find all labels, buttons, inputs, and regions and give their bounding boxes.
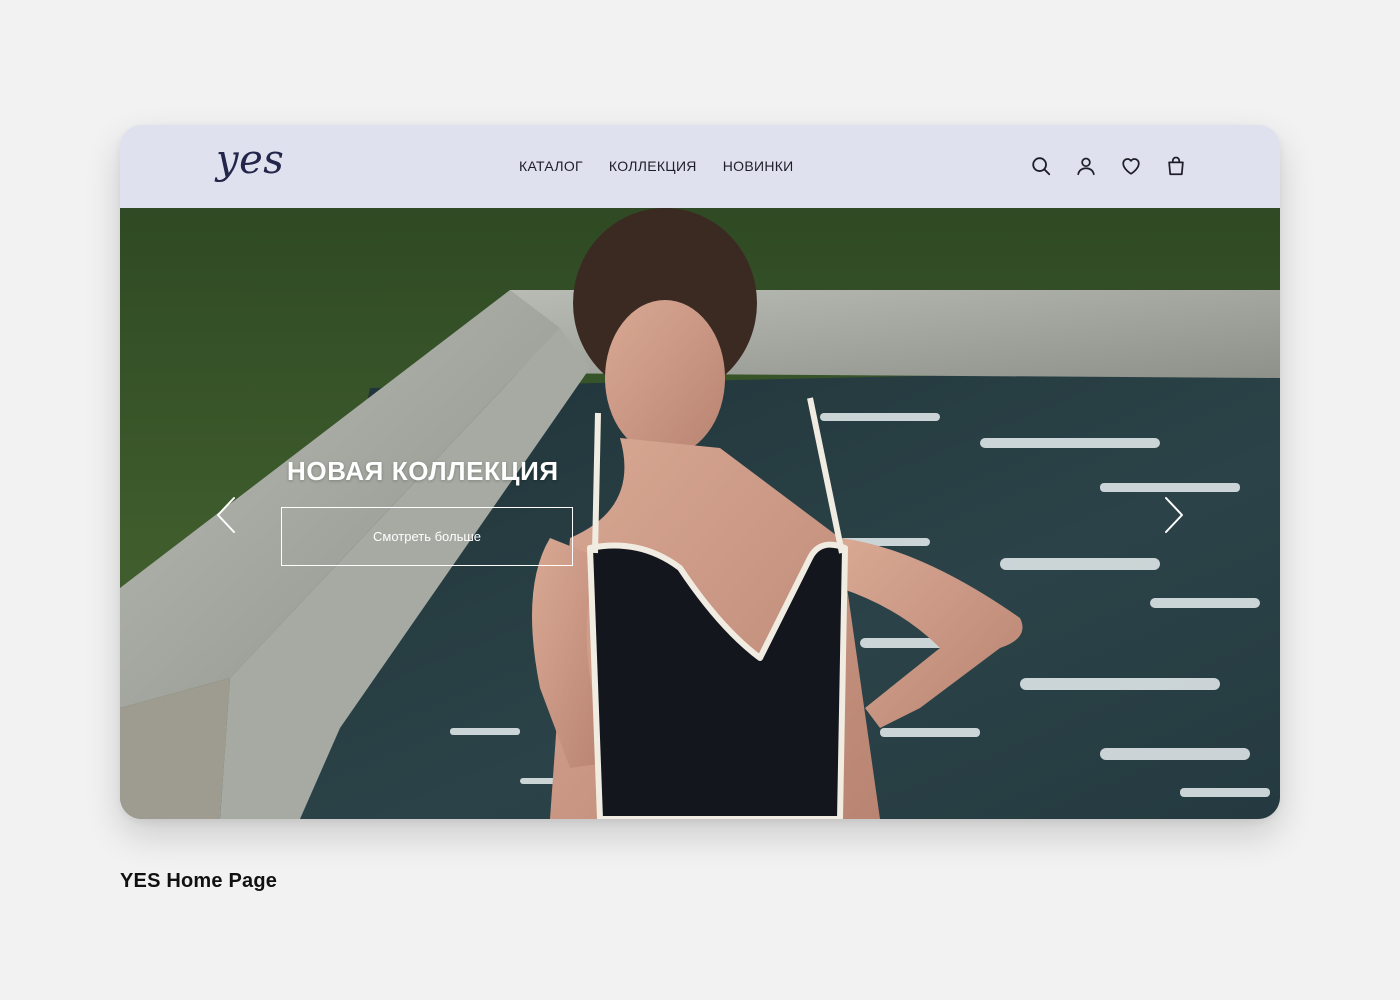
carousel-next-button[interactable] — [1159, 493, 1189, 537]
browser-frame: yes КАТАЛОГ КОЛЛЕКЦИЯ НОВИНКИ НОВАЯ КОЛЛ… — [120, 125, 1280, 819]
site-header: yes КАТАЛОГ КОЛЛЕКЦИЯ НОВИНКИ — [120, 125, 1280, 208]
hero-title: НОВАЯ КОЛЛЕКЦИЯ — [287, 456, 559, 486]
brand-logo[interactable]: yes — [216, 135, 284, 185]
carousel-prev-button[interactable] — [211, 493, 241, 537]
hero-banner: НОВАЯ КОЛЛЕКЦИЯ Смотреть больше — [120, 208, 1280, 819]
nav-link-collection[interactable]: КОЛЛЕКЦИЯ — [609, 156, 697, 176]
header-actions — [1028, 153, 1189, 179]
main-nav: КАТАЛОГ КОЛЛЕКЦИЯ НОВИНКИ — [519, 156, 794, 176]
nav-link-catalog[interactable]: КАТАЛОГ — [519, 156, 583, 176]
cart-button[interactable] — [1163, 153, 1189, 179]
see-more-button[interactable]: Смотреть больше — [281, 507, 573, 566]
nav-link-new[interactable]: НОВИНКИ — [723, 156, 794, 176]
user-icon — [1077, 157, 1095, 176]
account-button[interactable] — [1073, 153, 1099, 179]
chevron-right-icon — [1165, 497, 1183, 533]
page-caption: YES Home Page — [120, 870, 278, 892]
bag-icon — [1168, 156, 1184, 176]
heart-icon — [1122, 158, 1140, 175]
wishlist-button[interactable] — [1118, 153, 1144, 179]
search-button[interactable] — [1028, 153, 1054, 179]
search-icon — [1032, 157, 1051, 176]
chevron-left-icon — [217, 497, 235, 533]
